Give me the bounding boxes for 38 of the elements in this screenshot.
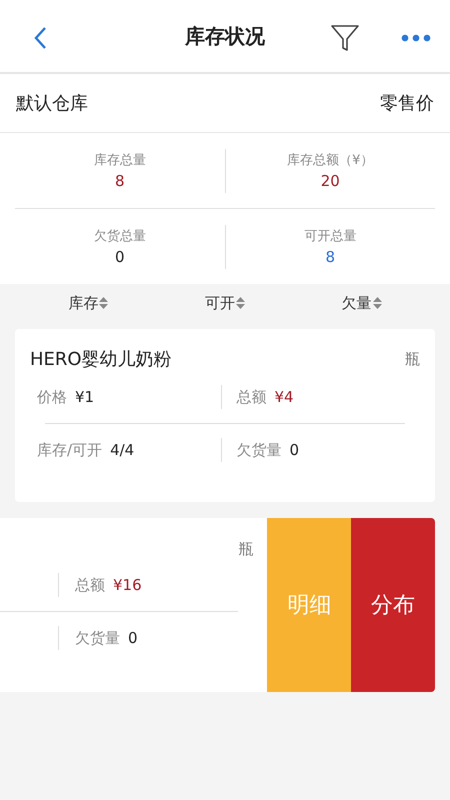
stat-value: 20: [320, 172, 340, 190]
stat-value: 0: [114, 248, 125, 266]
field-value: ¥16: [113, 576, 142, 594]
sort-icon: [236, 297, 245, 309]
field-value: 0: [128, 629, 138, 647]
page-title: 库存状况: [185, 22, 265, 50]
sort-button[interactable]: 库存: [68, 294, 108, 312]
unit-label: 瓶: [405, 350, 420, 368]
field-value: 0: [290, 441, 300, 459]
stat-label: 库存总额（¥）: [287, 152, 374, 169]
field-label: 欠货量: [75, 628, 120, 648]
unit-label: 瓶: [238, 540, 254, 559]
stat-label: 欠货总量: [94, 228, 146, 245]
sort-icon: [372, 297, 382, 309]
stat-label: 可开总量: [304, 228, 356, 245]
sort-button[interactable]: 欠量: [342, 294, 382, 312]
stat-value: 8: [325, 248, 336, 266]
product-card[interactable]: 瓶 总额 ¥16 欠货量 0: [0, 518, 268, 692]
product-name: HERO婴幼儿奶粉: [30, 348, 172, 371]
field-value: ¥4: [274, 388, 294, 406]
product-card[interactable]: HERO婴幼儿奶粉 瓶 价格 ¥1 总额 ¥4 库存/可开 4/4 欠货量 0: [15, 329, 435, 502]
back-icon[interactable]: [33, 26, 47, 50]
stat-value: 8: [114, 172, 125, 190]
stat-label: 库存总量: [94, 152, 146, 169]
warehouse-name[interactable]: 默认仓库: [16, 91, 88, 115]
sort-icon: [99, 297, 108, 309]
price-type[interactable]: 零售价: [380, 91, 434, 115]
field-label: 价格: [37, 388, 67, 406]
field-label: 总额: [75, 576, 105, 594]
field-label: 库存/可开: [37, 440, 102, 460]
sort-button[interactable]: 可开: [204, 294, 245, 312]
swipe-action-button[interactable]: 分布: [351, 518, 436, 692]
field-label: 总额: [236, 388, 266, 406]
field-label: 欠货量: [236, 440, 282, 460]
filter-icon[interactable]: [330, 23, 360, 53]
field-value: ¥1: [75, 388, 94, 406]
more-icon[interactable]: [401, 34, 431, 42]
field-value: 4/4: [110, 441, 134, 459]
